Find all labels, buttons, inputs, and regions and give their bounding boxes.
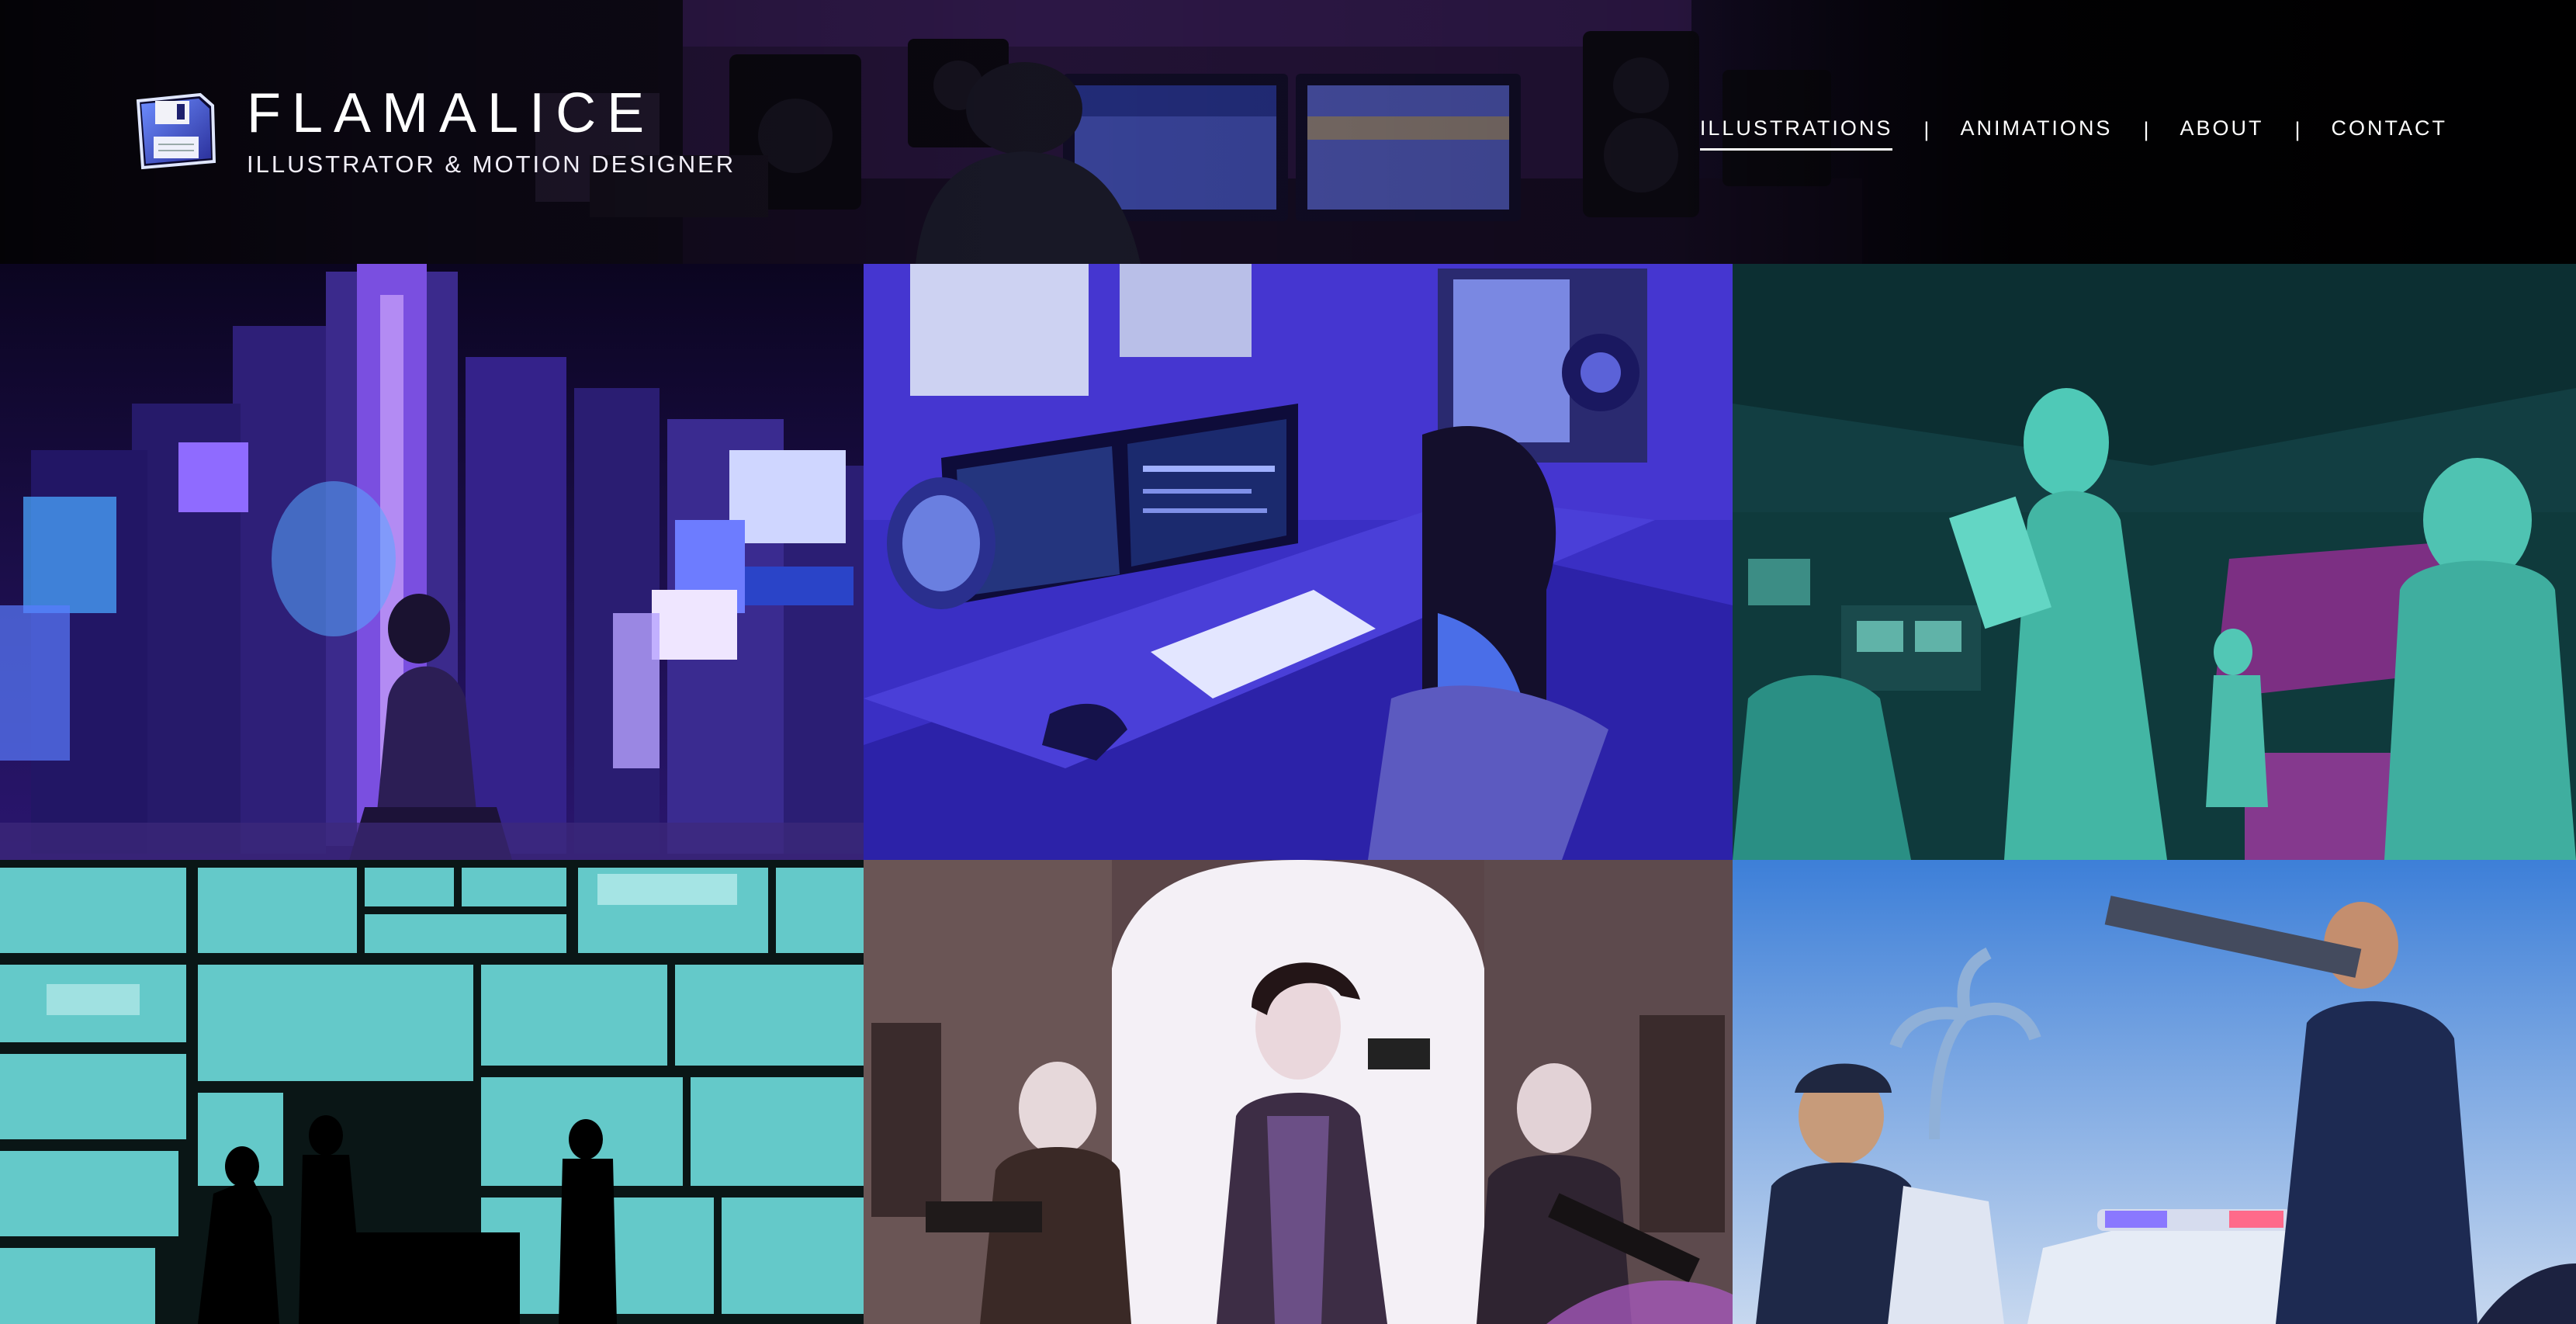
nav-illustrations[interactable]: ILLUSTRATIONS: [1699, 116, 1893, 151]
brand-name: FLAMALICE: [247, 82, 656, 144]
floppy-disk-icon: [136, 92, 216, 169]
nav-animations[interactable]: ANIMATIONS: [1960, 116, 2112, 151]
gallery-tile-surveillance[interactable]: [0, 860, 864, 1324]
site-header: FLAMALICE ILLUSTRATOR & MOTION DESIGNER …: [0, 0, 2576, 264]
neon-city-illustration: [0, 264, 864, 860]
nav-separator: |: [1923, 117, 1930, 141]
main-nav: ILLUSTRATIONS | ANIMATIONS | ABOUT | CON…: [1699, 116, 2448, 151]
masked-crew-illustration: [864, 860, 1733, 1324]
nav-separator: |: [2143, 117, 2149, 141]
gallery-tile-control-room[interactable]: [1733, 264, 2576, 860]
brand-text: FLAMALICE ILLUSTRATOR & MOTION DESIGNER: [247, 85, 736, 176]
nav-contact[interactable]: CONTACT: [2332, 116, 2448, 151]
brand-home-link[interactable]: FLAMALICE ILLUSTRATOR & MOTION DESIGNER: [132, 85, 736, 176]
brand-tagline: ILLUSTRATOR & MOTION DESIGNER: [247, 151, 736, 178]
gallery-tile-neon-city[interactable]: [0, 264, 864, 860]
nav-separator: |: [2294, 117, 2301, 141]
illustration-gallery: [0, 264, 2576, 1324]
teal-control-room-illustration: [1733, 264, 2576, 860]
police-standoff-illustration: [1733, 860, 2576, 1324]
gallery-tile-police-standoff[interactable]: [1733, 860, 2576, 1324]
streamer-desk-illustration: [864, 264, 1733, 860]
gallery-tile-streamer-desk[interactable]: [864, 264, 1733, 860]
nav-about[interactable]: ABOUT: [2180, 116, 2263, 151]
gallery-tile-masked-crew[interactable]: [864, 860, 1733, 1324]
surveillance-screens-illustration: [0, 860, 864, 1324]
